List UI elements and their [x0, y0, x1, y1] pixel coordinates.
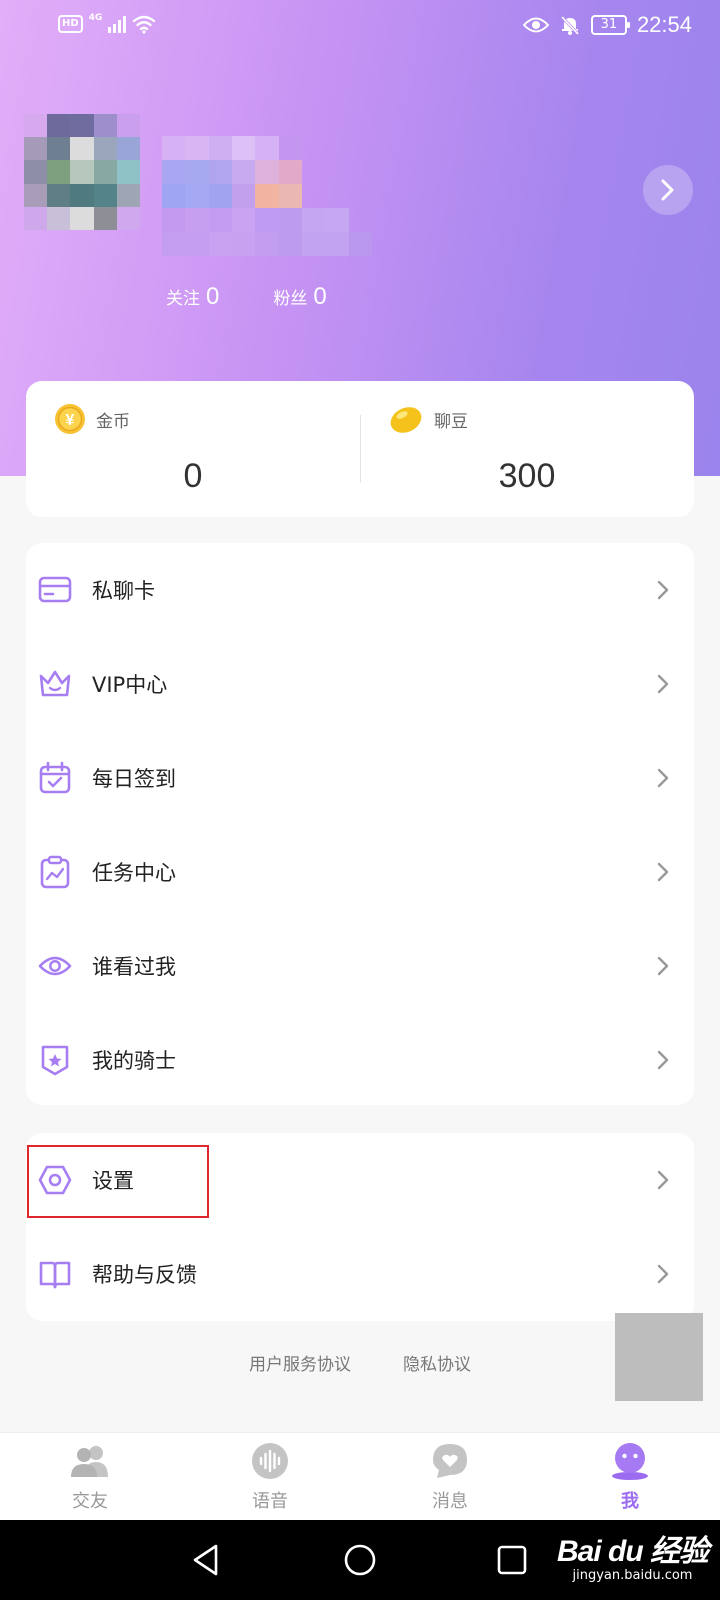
beans-label: 聊豆 [434, 411, 468, 432]
system-navigation-bar: Bai du 经验 jingyan.baidu.com [0, 1520, 720, 1600]
bottom-tab-bar: 交友 语音 消息 我 [0, 1432, 720, 1520]
recents-button[interactable] [492, 1540, 532, 1580]
tab-me[interactable]: 我 [540, 1433, 720, 1521]
eye-comfort-icon [522, 17, 549, 33]
clipboard-chart-icon [38, 855, 72, 889]
chevron-right-icon [657, 956, 669, 976]
profile-detail-button[interactable] [643, 165, 693, 215]
status-bar: HD 4G 31 22:54 [0, 0, 720, 54]
menu-label: 每日签到 [92, 767, 176, 791]
fans-stat[interactable]: 粉丝 0 [273, 283, 326, 311]
chevron-right-icon [657, 1264, 669, 1284]
eye-icon [38, 949, 72, 983]
watermark-url: jingyan.baidu.com [572, 1568, 693, 1583]
recents-square-icon [497, 1545, 527, 1575]
nickname-censored [162, 136, 372, 256]
status-right: 31 22:54 [522, 12, 692, 38]
card-icon [38, 573, 72, 607]
avatar[interactable] [24, 114, 140, 230]
feature-menu: 私聊卡 VIP中心 每日签到 任务中心 谁看过我 我的骑士 [26, 543, 694, 1105]
settings-menu: 设置 帮助与反馈 [26, 1133, 694, 1321]
message-heart-icon [428, 1441, 472, 1481]
beans-panel[interactable]: 聊豆 300 [360, 381, 694, 517]
agreement-links: 用户服务协议 隐私协议 [0, 1350, 720, 1375]
terms-link[interactable]: 用户服务协议 [249, 1350, 351, 1375]
menu-item-daily-checkin[interactable]: 每日签到 [26, 731, 694, 825]
floating-overlay-block [615, 1313, 703, 1401]
signal-icon [108, 15, 127, 33]
settings-hexagon-icon [38, 1163, 72, 1197]
follow-stats: 关注 0 粉丝 0 [166, 283, 327, 311]
following-stat[interactable]: 关注 0 [166, 283, 219, 311]
tab-voice[interactable]: 语音 [180, 1433, 360, 1521]
chevron-right-icon [657, 580, 669, 600]
tab-messages[interactable]: 消息 [360, 1433, 540, 1521]
privacy-link[interactable]: 隐私协议 [403, 1350, 471, 1375]
menu-item-task-center[interactable]: 任务中心 [26, 825, 694, 919]
network-type: 4G [88, 13, 103, 23]
battery-indicator: 31 [590, 15, 630, 35]
svg-text:¥: ¥ [66, 412, 75, 429]
home-circle-icon [344, 1544, 376, 1576]
menu-label: 帮助与反馈 [92, 1263, 197, 1287]
menu-item-my-knights[interactable]: 我的骑士 [26, 1013, 694, 1107]
book-icon [38, 1257, 72, 1291]
status-left: HD 4G [58, 13, 156, 34]
hd-badge: HD [58, 15, 83, 33]
menu-label: VIP中心 [92, 673, 168, 697]
wallet-card: ¥ 金币 0 聊豆 300 [26, 381, 694, 517]
chevron-right-icon [657, 862, 669, 882]
mute-bell-icon [560, 15, 580, 36]
menu-label: 我的骑士 [92, 1049, 176, 1073]
menu-item-vip[interactable]: VIP中心 [26, 637, 694, 731]
calendar-check-icon [38, 761, 72, 795]
chevron-right-icon [657, 1170, 669, 1190]
coins-label: 金币 [96, 411, 130, 432]
chevron-right-icon [657, 674, 669, 694]
menu-label: 任务中心 [92, 861, 176, 885]
beans-value: 300 [498, 457, 556, 495]
menu-label: 谁看过我 [92, 955, 176, 979]
baidu-jingyan-watermark: Bai du 经验 jingyan.baidu.com [556, 1526, 709, 1583]
following-count: 0 [206, 283, 220, 310]
tab-label: 我 [621, 1491, 639, 1512]
fans-count: 0 [313, 283, 327, 310]
menu-item-help-feedback[interactable]: 帮助与反馈 [26, 1227, 694, 1321]
tab-label: 交友 [72, 1491, 108, 1512]
friends-icon [68, 1441, 112, 1481]
menu-item-settings[interactable]: 设置 [26, 1133, 694, 1227]
me-avatar-icon [608, 1441, 652, 1481]
menu-item-visitors[interactable]: 谁看过我 [26, 919, 694, 1013]
coins-value: 0 [183, 457, 203, 495]
shield-star-icon [38, 1043, 72, 1077]
chevron-right-icon [661, 179, 674, 201]
menu-item-chat-card[interactable]: 私聊卡 [26, 543, 694, 637]
chevron-right-icon [657, 1050, 669, 1070]
tab-friends[interactable]: 交友 [0, 1433, 180, 1521]
voice-wave-icon [248, 1441, 292, 1481]
bean-icon [390, 407, 422, 433]
crown-icon [38, 667, 72, 701]
back-triangle-icon [193, 1544, 218, 1576]
coins-panel[interactable]: ¥ 金币 0 [26, 381, 360, 517]
back-button[interactable] [186, 1540, 226, 1580]
home-button[interactable] [340, 1540, 380, 1580]
tab-label: 语音 [252, 1491, 288, 1512]
status-time: 22:54 [636, 12, 692, 37]
wifi-icon [133, 15, 156, 34]
tab-label: 消息 [432, 1491, 468, 1512]
coin-icon: ¥ [55, 404, 85, 434]
menu-label: 设置 [92, 1169, 134, 1193]
menu-label: 私聊卡 [92, 579, 155, 603]
fans-label: 粉丝 [273, 289, 308, 309]
watermark-logo: Bai du 经验 [556, 1535, 709, 1568]
chevron-right-icon [657, 768, 669, 788]
following-label: 关注 [166, 289, 200, 309]
